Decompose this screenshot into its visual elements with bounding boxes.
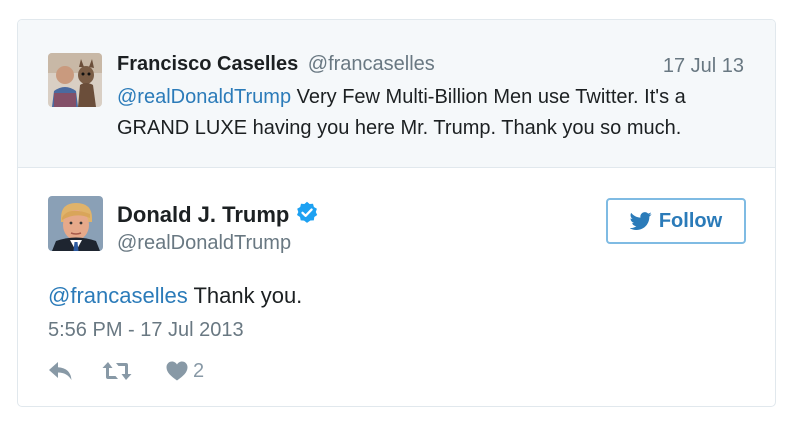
parent-date[interactable]: 17 Jul 13: [663, 54, 744, 78]
retweet-icon: [102, 362, 132, 380]
main-mention-link[interactable]: @francaselles: [48, 283, 188, 308]
twitter-bird-icon: [629, 212, 652, 230]
follow-button[interactable]: Follow: [606, 198, 746, 244]
tweet-actions: 2: [48, 358, 204, 384]
parent-author-handle[interactable]: @francaselles: [308, 53, 435, 75]
heart-icon: [166, 361, 188, 381]
reply-icon: [49, 362, 72, 380]
follow-button-label[interactable]: Follow: [659, 210, 722, 233]
main-author-handle[interactable]: @realDonaldTrump: [117, 231, 291, 255]
main-tweet-text: @francaselles Thank you.: [48, 282, 302, 310]
like-button[interactable]: 2: [166, 360, 204, 383]
parent-author-name[interactable]: Francisco Caselles: [117, 53, 298, 75]
embedded-tweet-card: Francisco Caselles @francaselles 17 Jul …: [17, 19, 776, 407]
reply-button[interactable]: [48, 360, 74, 382]
parent-tweet[interactable]: Francisco Caselles @francaselles 17 Jul …: [18, 20, 775, 168]
main-avatar[interactable]: [48, 196, 103, 251]
parent-mention-link[interactable]: @realDonaldTrump: [117, 86, 291, 108]
parent-tweet-text: @realDonaldTrump Very Few Multi-Billion …: [117, 82, 737, 144]
parent-avatar[interactable]: [48, 53, 102, 107]
verified-badge-icon: [297, 201, 318, 223]
main-author-name[interactable]: Donald J. Trump: [117, 202, 289, 227]
tweet-timestamp[interactable]: 5:56 PM - 17 Jul 2013: [48, 318, 244, 342]
retweet-button[interactable]: [74, 360, 132, 382]
main-author[interactable]: Donald J. Trump: [117, 201, 319, 228]
main-tweet-body: Thank you.: [187, 283, 303, 308]
like-count: 2: [193, 359, 205, 382]
parent-author[interactable]: Francisco Caselles @francaselles: [117, 52, 435, 76]
